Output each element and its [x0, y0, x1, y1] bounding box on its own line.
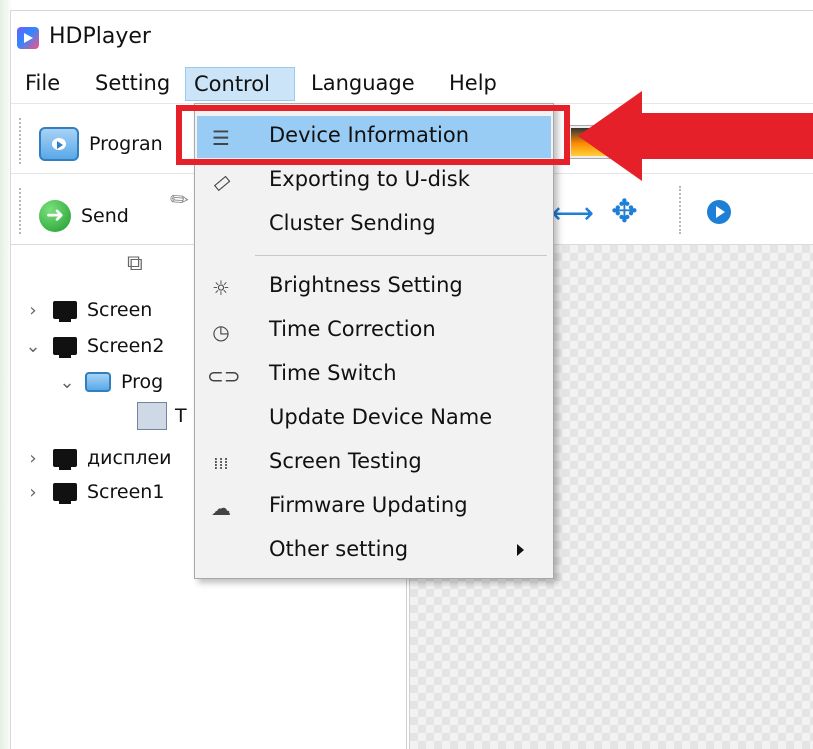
- title-bar: HDPlayer: [11, 11, 813, 59]
- program-button-label: Progran: [89, 133, 163, 155]
- menu-item-time-correction[interactable]: ◷ Time Correction: [197, 310, 551, 352]
- tree-item-label: T: [175, 405, 187, 427]
- control-dropdown-menu: ☰ Device Information ▭ Exporting to U-di…: [194, 103, 554, 579]
- menu-item-time-switch[interactable]: ⊂⊃ Time Switch: [197, 354, 551, 396]
- program-icon: [85, 372, 111, 392]
- monitor-icon: [53, 483, 77, 504]
- send-button[interactable]: ➜ Send: [39, 200, 129, 232]
- tree-item-screen2[interactable]: ⌄ Screen2: [21, 331, 164, 361]
- usb-tool-icon[interactable]: ✎: [165, 185, 195, 216]
- move-icon[interactable]: ✥: [611, 192, 638, 230]
- monitor-icon: [53, 449, 77, 470]
- hdplayer-logo-icon: [17, 27, 39, 49]
- tree-item-text[interactable]: T: [137, 401, 187, 431]
- chevron-right-icon[interactable]: ›: [21, 448, 45, 469]
- app-window: HDPlayer File Setting Control Language H…: [10, 10, 813, 749]
- tree-item-label: Screen1: [87, 481, 165, 503]
- menu-item-label: Update Device Name: [269, 405, 493, 429]
- menu-separator: [255, 255, 547, 256]
- clock-icon: ◷: [212, 320, 230, 344]
- menu-item-label: Other setting: [269, 537, 409, 561]
- menu-item-label: Screen Testing: [269, 449, 422, 473]
- menu-help[interactable]: Help: [441, 67, 505, 101]
- send-button-label: Send: [81, 205, 129, 227]
- menu-item-label: Time Switch: [269, 361, 397, 385]
- menu-file[interactable]: File: [17, 67, 68, 101]
- text-area-icon: [137, 402, 167, 430]
- tree-item-label: Screen: [87, 299, 153, 321]
- chevron-down-icon[interactable]: ⌄: [21, 336, 45, 357]
- tree-item-screen[interactable]: › Screen: [21, 295, 152, 325]
- tree-item-label: Screen2: [87, 335, 165, 357]
- stretch-horizontal-icon[interactable]: ⟷: [551, 196, 594, 231]
- tree-item-label: Prog: [121, 371, 164, 393]
- toolbar-grip[interactable]: [19, 118, 21, 164]
- program-button[interactable]: Progran: [39, 124, 163, 164]
- menu-item-other-setting[interactable]: Other setting: [197, 530, 551, 572]
- menu-item-label: Firmware Updating: [269, 493, 468, 517]
- tree-item-display[interactable]: › дисплеи: [21, 443, 172, 473]
- menu-item-update-device-name[interactable]: Update Device Name: [197, 398, 551, 440]
- menu-control[interactable]: Control: [185, 67, 295, 101]
- send-arrow-icon: ➜: [39, 200, 71, 232]
- monitor-icon: [53, 301, 77, 322]
- chevron-right-icon[interactable]: ›: [21, 482, 45, 503]
- cloud-icon: ☁: [211, 496, 231, 520]
- annotation-highlight-box: [176, 105, 570, 165]
- menu-item-cluster-sending[interactable]: Cluster Sending: [197, 204, 551, 246]
- menu-item-label: Exporting to U-disk: [269, 167, 470, 191]
- bulb-icon: ☼: [212, 276, 230, 300]
- menu-item-label: Brightness Setting: [269, 273, 463, 297]
- window-title: HDPlayer: [49, 24, 151, 49]
- toolbar-grip[interactable]: [19, 188, 21, 234]
- copy-icon[interactable]: ⧉: [127, 251, 143, 276]
- menu-item-exporting-to-u-disk[interactable]: ▭ Exporting to U-disk: [197, 160, 551, 202]
- toggle-icon: ⊂⊃: [207, 364, 241, 388]
- menu-item-screen-testing[interactable]: ⁞⁞⁞ Screen Testing: [197, 442, 551, 484]
- submenu-arrow-icon: [517, 544, 524, 556]
- annotation-red-arrow: [578, 91, 813, 181]
- menu-item-firmware-updating[interactable]: ☁ Firmware Updating: [197, 486, 551, 528]
- menu-item-label: Time Correction: [269, 317, 436, 341]
- usb-icon: ▭: [206, 166, 236, 198]
- menu-language[interactable]: Language: [303, 67, 423, 101]
- dots-grid-icon: ⁞⁞⁞: [213, 454, 229, 473]
- toolbar-separator: [679, 186, 681, 234]
- program-icon: [39, 127, 79, 161]
- tree-item-screen1[interactable]: › Screen1: [21, 477, 164, 507]
- menu-setting[interactable]: Setting: [87, 67, 178, 101]
- chevron-right-icon[interactable]: ›: [21, 300, 45, 321]
- monitor-icon: [53, 337, 77, 358]
- menu-item-label: Cluster Sending: [269, 211, 436, 235]
- tree-item-label: дисплеи: [87, 447, 172, 469]
- tree-item-program[interactable]: ⌄ Prog: [55, 367, 163, 397]
- play-icon[interactable]: [707, 200, 731, 224]
- menu-item-brightness-setting[interactable]: ☼ Brightness Setting: [197, 266, 551, 308]
- chevron-down-icon[interactable]: ⌄: [55, 372, 79, 393]
